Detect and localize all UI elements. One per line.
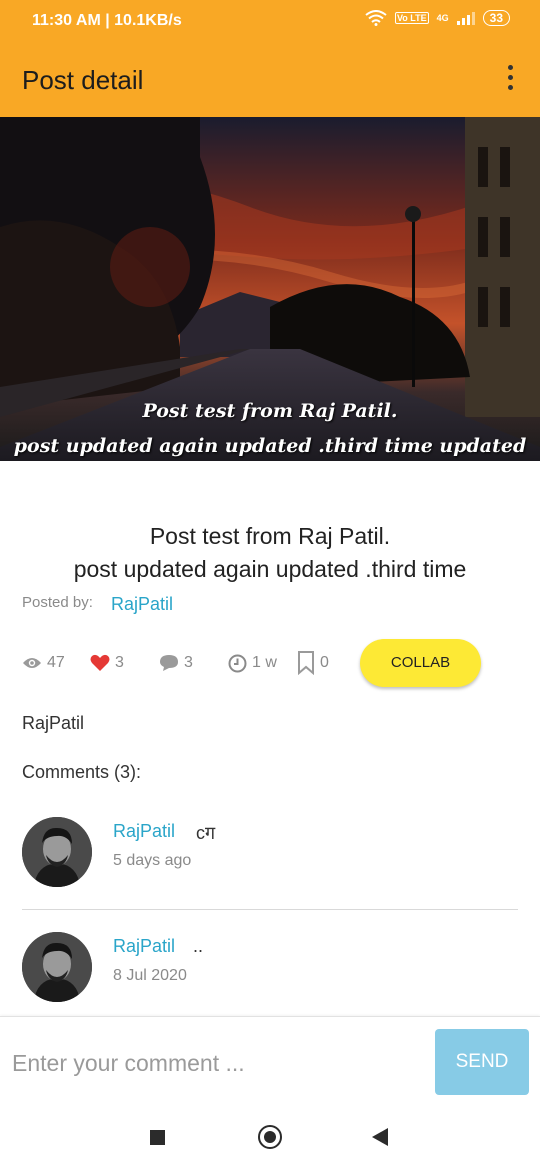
eye-icon [23, 658, 41, 668]
bookmarks-count: 0 [320, 654, 329, 671]
image-caption-line1: Post test from Raj Patil. [142, 400, 398, 422]
user-photo [22, 932, 92, 1002]
page-title: Post detail [22, 65, 144, 95]
send-button[interactable]: SEND [435, 1029, 529, 1095]
age-stat: 1 w [228, 640, 277, 686]
likes-count: 3 [115, 654, 124, 671]
app-bar: Post detail [0, 40, 540, 117]
signal-icon [456, 12, 475, 25]
views-count: 47 [47, 654, 65, 671]
comments-stat[interactable]: 3 [159, 640, 193, 686]
comment-bubble-icon[interactable] [159, 654, 179, 672]
comment-time: 5 days ago [113, 852, 192, 869]
post-title-line2: post updated again updated .third time [73, 556, 467, 582]
likes-stat[interactable]: 3 [90, 640, 124, 686]
heart-icon[interactable] [90, 654, 110, 672]
battery-indicator: 33 [482, 10, 510, 26]
back-icon[interactable] [372, 1128, 388, 1146]
views-stat: 47 [22, 640, 65, 686]
post-title: Post test from Raj Patil. post updated a… [0, 520, 540, 586]
comments-heading: Comments (3): [22, 762, 142, 782]
avatar[interactable] [22, 932, 92, 1002]
comment-divider [22, 909, 518, 910]
post-title-line1: Post test from Raj Patil. [149, 523, 391, 549]
status-icons: Vo LTE 4G 33 [365, 10, 510, 26]
post-author-text: RajPatil [22, 713, 85, 733]
comment-time: 8 Jul 2020 [113, 967, 187, 984]
comment-author-link[interactable]: RajPatil [113, 821, 175, 842]
network-type: 4G [436, 13, 449, 23]
avatar[interactable] [22, 817, 92, 887]
recents-icon[interactable] [150, 1130, 165, 1145]
comments-count: 3 [184, 654, 193, 671]
bookmarks-stat[interactable]: 0 [297, 640, 329, 686]
post-author-link[interactable]: RajPatil [111, 594, 173, 615]
wifi-icon [365, 10, 387, 26]
user-photo [22, 817, 92, 887]
volte-indicator: Vo LTE [394, 12, 429, 24]
comment-composer: SEND [0, 1016, 540, 1107]
clock-icon [228, 654, 247, 672]
comment-text: cग [196, 823, 216, 843]
posted-by-label: Posted by: [22, 594, 93, 611]
system-nav-bar [0, 1106, 540, 1170]
comment-author-link[interactable]: RajPatil [113, 936, 175, 957]
overflow-menu-icon[interactable] [500, 65, 520, 93]
post-age: 1 w [252, 654, 277, 671]
bookmark-icon[interactable] [297, 651, 315, 675]
home-icon[interactable] [258, 1125, 282, 1149]
post-image: Post test from Raj Patil. post updated a… [0, 117, 540, 461]
image-caption-line2: post updated again updated .third time u… [13, 435, 527, 457]
comment-item: RajPatil cग 5 days ago [22, 815, 518, 905]
comment-text: .. [193, 936, 204, 956]
comment-input[interactable] [10, 1039, 414, 1087]
collab-button[interactable]: COLLAB [360, 639, 481, 687]
status-time: 11:30 AM | 10.1KB/s [32, 12, 182, 29]
status-bar: 11:30 AM | 10.1KB/s Vo LTE 4G 33 [0, 0, 540, 40]
comment-item: RajPatil .. 8 Jul 2020 [22, 930, 518, 1020]
